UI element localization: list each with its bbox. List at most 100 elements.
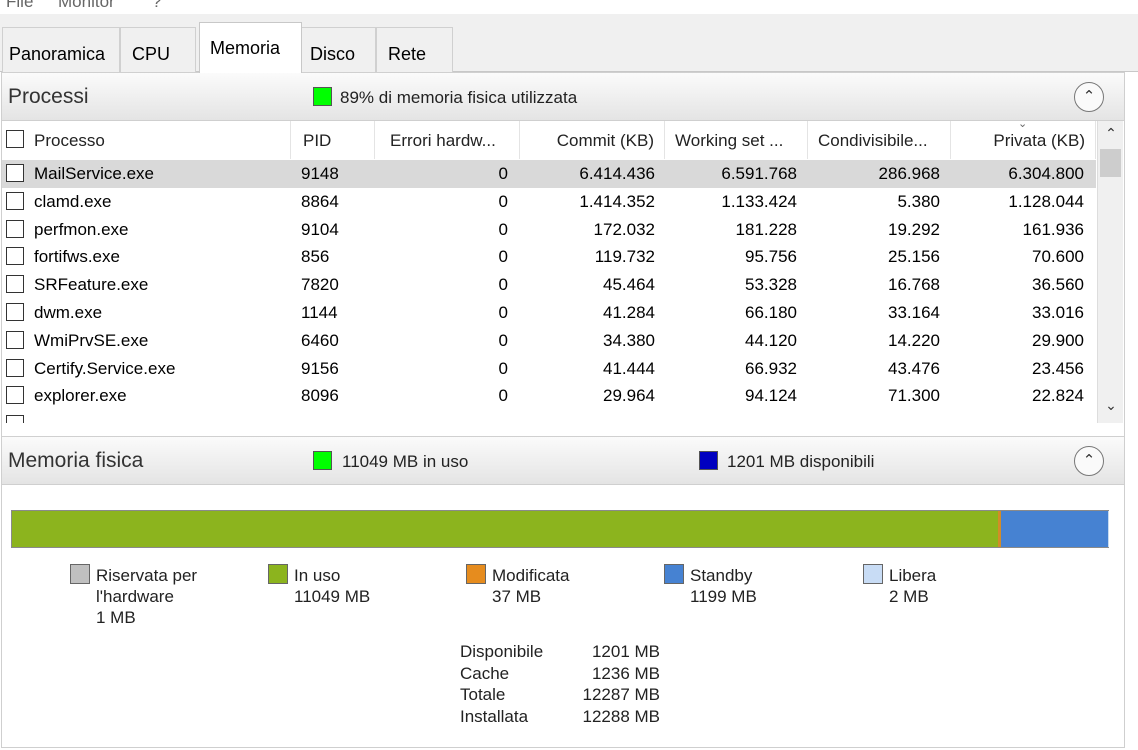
process-name: SRFeature.exe xyxy=(34,275,149,295)
process-private: 36.560 xyxy=(1032,275,1084,295)
stat-disponibile-label: Disponibile xyxy=(460,642,544,661)
stat-totale-value: 12287 MB xyxy=(582,685,661,704)
table-row[interactable]: explorer.exe 8096 0 29.964 94.124 71.300 22.82… xyxy=(2,382,1096,410)
available-color-icon xyxy=(699,451,718,470)
free-swatch xyxy=(863,564,883,584)
reserved-label-2: l'hardware xyxy=(96,587,174,606)
table-row[interactable]: perfmon.exe 9104 0 172.032 181.228 19.292 161.… xyxy=(2,216,1096,244)
physical-memory-header[interactable]: Memoria fisica 11049 MB in uso 1201 MB d… xyxy=(2,436,1124,485)
in-use-swatch xyxy=(268,564,288,584)
process-working-set: 95.756 xyxy=(745,247,797,267)
process-faults: 0 xyxy=(498,386,508,406)
process-list: explorer.exe 8096 0 29.964 94.124 71.300 22.82… xyxy=(2,160,1096,423)
tab-disco[interactable]: Disco xyxy=(301,27,376,72)
process-list-scrollbar[interactable]: ⌃ ⌄ xyxy=(1097,121,1123,423)
process-pid: 6460 xyxy=(301,330,339,350)
process-faults: 0 xyxy=(498,303,508,322)
tab-memoria[interactable]: Memoria xyxy=(199,22,302,73)
tab-panoramica[interactable]: Panoramica xyxy=(2,27,120,72)
column-condivisibile[interactable]: Condivisibile... xyxy=(808,121,951,159)
table-row[interactable]: fortifws.exe 856 0 119.732 95.756 25.156 70.60… xyxy=(2,243,1096,271)
table-row[interactable]: MailService.exe 9148 0 6.414.436 6.591.768 28… xyxy=(2,160,1096,188)
process-commit: 172.032 xyxy=(593,219,655,239)
process-faults: 0 xyxy=(498,191,508,211)
available-text: 1201 MB disponibili xyxy=(727,452,875,471)
process-name: WmiPrvSE.exe xyxy=(34,330,149,350)
standby-label: Standby xyxy=(690,566,753,585)
process-private: 161.936 xyxy=(1022,219,1084,239)
processes-header[interactable]: Processi 89% di memoria fisica utilizzat… xyxy=(2,72,1124,121)
table-row[interactable]: Certify.Service.exe 9156 0 41.444 66.932 43.4… xyxy=(2,355,1096,383)
row-checkbox[interactable] xyxy=(6,164,24,182)
modified-value: 37 MB xyxy=(492,587,542,606)
in-use-value: 11049 MB xyxy=(294,587,371,606)
scroll-up-icon[interactable]: ⌃ xyxy=(1098,125,1124,147)
column-pid[interactable]: PID xyxy=(291,121,375,159)
memory-usage-bar xyxy=(11,510,1109,548)
row-checkbox[interactable] xyxy=(6,330,24,349)
row-checkbox[interactable] xyxy=(6,191,24,210)
row-checkbox[interactable] xyxy=(6,275,24,294)
process-commit: 29.964 xyxy=(603,386,655,406)
collapse-physical-memory-button[interactable]: ⌃ xyxy=(1074,446,1104,476)
process-commit: 6.414.436 xyxy=(579,164,655,183)
process-name: dwm.exe xyxy=(34,303,103,322)
stat-totale-label: Totale xyxy=(460,685,506,704)
process-shared: 33.164 xyxy=(888,303,940,322)
process-commit: 1.414.352 xyxy=(579,191,655,211)
process-private: 22.824 xyxy=(1032,386,1084,406)
process-pid: 856 xyxy=(301,247,330,267)
process-working-set: 181.228 xyxy=(735,219,797,239)
collapse-processes-button[interactable]: ⌃ xyxy=(1074,82,1104,112)
process-working-set: 66.180 xyxy=(745,303,797,322)
in-use-text: 11049 MB in uso xyxy=(342,452,469,471)
reserved-swatch xyxy=(70,564,90,584)
table-row[interactable]: SRFeature.exe 7820 0 45.464 53.328 16.768 36.5… xyxy=(2,271,1096,299)
menu-monitor[interactable]: Monitor xyxy=(58,0,115,12)
process-shared: 5.380 xyxy=(897,191,940,211)
table-row[interactable]: dwm.exe 1144 0 41.284 66.180 33.164 33.016 xyxy=(2,299,1096,327)
tab-cpu[interactable]: CPU xyxy=(120,27,196,72)
process-shared: 25.156 xyxy=(888,247,940,267)
row-checkbox[interactable] xyxy=(6,358,24,377)
process-private: 33.016 xyxy=(1032,303,1084,322)
process-name: perfmon.exe xyxy=(34,219,129,239)
process-pid: 1144 xyxy=(301,303,338,322)
process-faults: 0 xyxy=(498,247,508,267)
process-private: 23.456 xyxy=(1032,358,1084,378)
menu-help[interactable]: ? xyxy=(152,0,161,12)
process-name: fortifws.exe xyxy=(34,247,120,267)
menu-file[interactable]: File xyxy=(6,0,33,12)
scroll-thumb[interactable] xyxy=(1100,149,1121,177)
scroll-down-icon[interactable]: ⌄ xyxy=(1098,397,1124,419)
process-shared: 14.220 xyxy=(888,330,940,350)
process-commit: 41.444 xyxy=(603,358,655,378)
row-checkbox[interactable] xyxy=(6,247,24,266)
menu-bar: File Monitor ? xyxy=(0,0,1138,14)
process-name: clamd.exe xyxy=(34,191,112,211)
column-commit[interactable]: Commit (KB) xyxy=(520,121,665,159)
row-checkbox[interactable] xyxy=(6,219,24,238)
process-pid: 9156 xyxy=(301,358,339,378)
column-working-set[interactable]: Working set ... xyxy=(665,121,808,159)
column-errori-hardware[interactable]: Errori hardw... xyxy=(375,121,520,159)
process-private: 29.900 xyxy=(1032,330,1084,350)
process-faults: 0 xyxy=(498,219,508,239)
modified-label: Modificata xyxy=(492,566,570,585)
physical-memory-title: Memoria fisica xyxy=(8,449,144,472)
table-row[interactable]: clamd.exe 8864 0 1.414.352 1.133.424 5.380 1.1… xyxy=(2,188,1096,216)
process-working-set: 66.932 xyxy=(745,358,797,378)
table-row-partial[interactable] xyxy=(2,412,1096,423)
table-row[interactable]: WmiPrvSE.exe 6460 0 34.380 44.120 14.220 29.90… xyxy=(2,327,1096,355)
memory-usage-color-icon xyxy=(313,87,332,106)
free-label: Libera xyxy=(889,566,937,585)
process-private: 1.128.044 xyxy=(1008,191,1084,211)
tab-rete[interactable]: Rete xyxy=(376,27,453,72)
process-shared: 16.768 xyxy=(888,275,940,295)
row-checkbox[interactable] xyxy=(6,386,24,405)
row-checkbox[interactable] xyxy=(6,303,24,321)
reserved-value: 1 MB xyxy=(96,608,136,627)
row-checkbox[interactable] xyxy=(6,415,24,423)
process-working-set: 6.591.768 xyxy=(721,164,797,183)
column-processo[interactable]: Processo xyxy=(2,121,291,159)
